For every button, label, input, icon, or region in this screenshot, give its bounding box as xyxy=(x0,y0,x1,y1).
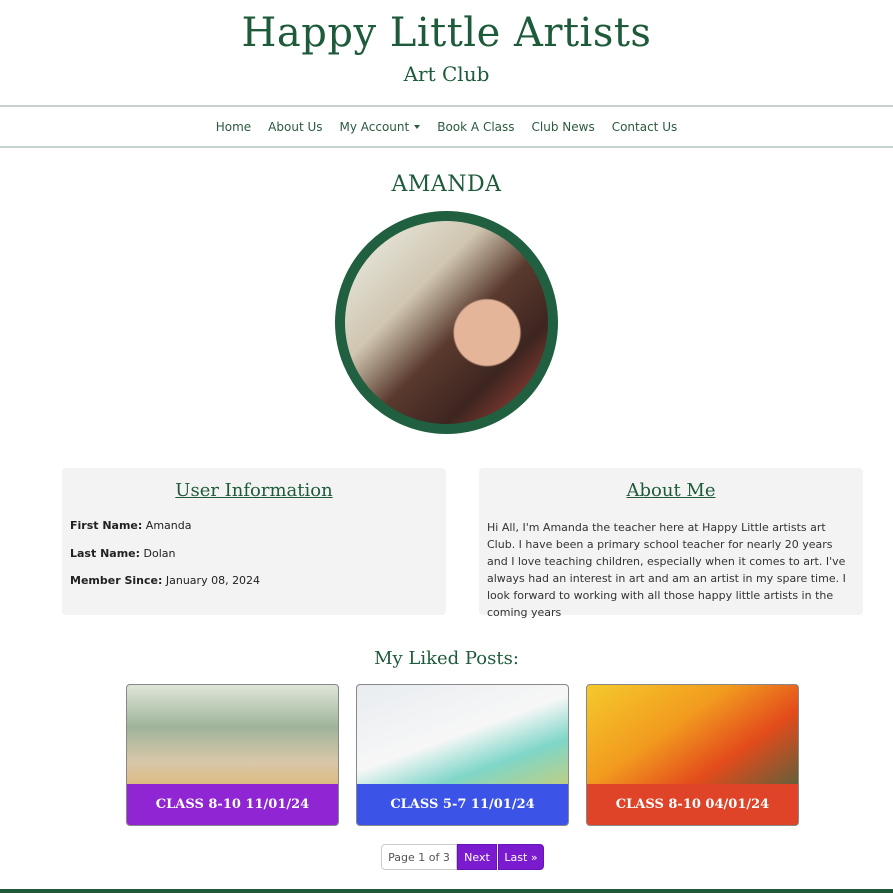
first-name-label: First Name: xyxy=(70,519,143,532)
post-label: CLASS 8-10 11/01/24 xyxy=(127,784,338,825)
liked-posts-title: My Liked Posts: xyxy=(374,648,519,669)
site-title: Happy Little Artists xyxy=(241,10,652,56)
profile-cards: User Information First Name: Amanda Last… xyxy=(62,468,863,619)
liked-post-card[interactable]: CLASS 8-10 04/01/24 xyxy=(586,684,799,826)
user-information-card: User Information First Name: Amanda Last… xyxy=(62,468,446,615)
nav-my-account[interactable]: My Account xyxy=(340,120,421,134)
next-page-button[interactable]: Next xyxy=(457,844,497,870)
about-me-heading: About Me xyxy=(626,480,716,501)
first-name-row: First Name: Amanda xyxy=(70,519,446,532)
nav-club-news[interactable]: Club News xyxy=(532,120,595,134)
page-indicator: Page 1 of 3 xyxy=(381,844,457,870)
liked-posts-grid: CLASS 8-10 11/01/24 CLASS 5-7 11/01/24 C… xyxy=(126,684,799,826)
post-label: CLASS 8-10 04/01/24 xyxy=(587,784,798,825)
footer-divider xyxy=(0,889,893,893)
last-name-value: Dolan xyxy=(143,547,176,560)
avatar-frame xyxy=(335,211,558,434)
profile-name: AMANDA xyxy=(391,172,502,197)
member-since-value: January 08, 2024 xyxy=(165,574,261,587)
about-me-card: About Me Hi All, I'm Amanda the teacher … xyxy=(479,468,863,619)
avatar xyxy=(345,221,548,424)
first-name-value: Amanda xyxy=(145,519,192,532)
last-name-label: Last Name: xyxy=(70,547,141,560)
post-label: CLASS 5-7 11/01/24 xyxy=(357,784,568,825)
nav-contact-us[interactable]: Contact Us xyxy=(612,120,678,134)
last-name-row: Last Name: Dolan xyxy=(70,547,446,560)
nav-about-us[interactable]: About Us xyxy=(268,120,322,134)
nav-my-account-label: My Account xyxy=(339,119,410,134)
site-header: Happy Little Artists Art Club xyxy=(0,0,893,105)
about-me-text: Hi All, I'm Amanda the teacher here at H… xyxy=(487,521,846,619)
liked-post-card[interactable]: CLASS 5-7 11/01/24 xyxy=(356,684,569,826)
liked-post-card[interactable]: CLASS 8-10 11/01/24 xyxy=(126,684,339,826)
site-subtitle: Art Club xyxy=(403,62,490,86)
nav-book-a-class[interactable]: Book A Class xyxy=(437,120,514,134)
user-information-heading: User Information xyxy=(175,480,333,501)
member-since-row: Member Since: January 08, 2024 xyxy=(70,574,446,587)
member-since-label: Member Since: xyxy=(70,574,163,587)
last-page-button[interactable]: Last » xyxy=(498,844,544,870)
pagination: Page 1 of 3 Next Last » xyxy=(381,844,544,870)
nav-home[interactable]: Home xyxy=(216,120,251,134)
caret-down-icon xyxy=(414,124,421,129)
main-nav: Home About Us My Account Book A Class Cl… xyxy=(0,105,893,148)
